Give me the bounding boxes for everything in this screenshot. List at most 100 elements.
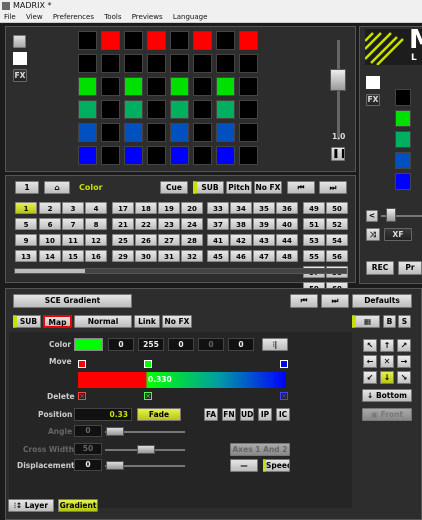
storage-place-47[interactable]: 47: [253, 250, 275, 262]
storage-place-45[interactable]: 45: [207, 250, 229, 262]
storage-place-21[interactable]: 21: [112, 218, 134, 230]
preview-right-white-swatch[interactable]: [366, 76, 380, 89]
pattern-button[interactable]: ▦: [352, 315, 380, 328]
delete-blue-marker[interactable]: ×: [280, 392, 288, 400]
storage-place-55[interactable]: 55: [303, 250, 325, 262]
layer-button[interactable]: ⫶↕ Layer: [8, 499, 54, 512]
storage-place-53[interactable]: 53: [303, 234, 325, 246]
preview-toggle-button[interactable]: [13, 35, 26, 48]
shape-ic-button[interactable]: IC: [276, 408, 290, 421]
pitch-button[interactable]: Pitch: [226, 181, 252, 194]
speed-button[interactable]: Speed: [263, 459, 290, 472]
gradient-marker-blue[interactable]: [280, 360, 288, 368]
menu-tools[interactable]: Tools: [104, 13, 121, 21]
storage-place-26[interactable]: 26: [135, 234, 157, 246]
storage-place-56[interactable]: 56: [326, 250, 348, 262]
storage-place-29[interactable]: 29: [112, 250, 134, 262]
storage-place-34[interactable]: 34: [230, 202, 252, 214]
direction-button[interactable]: ↘: [397, 371, 411, 384]
color-mixer-button[interactable]: ⫶|: [262, 338, 288, 351]
fader-left-button[interactable]: <: [366, 210, 378, 222]
bottom-button[interactable]: ↓ Bottom: [362, 389, 412, 402]
menu-preferences[interactable]: Preferences: [53, 13, 94, 21]
tab-gradient[interactable]: Gradient: [58, 499, 98, 512]
crosswidth-slider-knob[interactable]: [137, 445, 155, 454]
shape-ud-button[interactable]: UD: [240, 408, 254, 421]
delete-red-marker[interactable]: ×: [78, 392, 86, 400]
storage-place-40[interactable]: 40: [276, 218, 298, 230]
displacement-value[interactable]: 0: [74, 459, 102, 471]
storage-place-18[interactable]: 18: [135, 202, 157, 214]
s-button[interactable]: S: [398, 315, 411, 328]
storage-place-2[interactable]: 2: [39, 202, 61, 214]
storage-place-14[interactable]: 14: [39, 250, 61, 262]
storage-page-button[interactable]: 1: [15, 181, 39, 194]
delete-green-marker[interactable]: ×: [144, 392, 152, 400]
storage-place-3[interactable]: 3: [62, 202, 84, 214]
storage-place-4[interactable]: 4: [85, 202, 107, 214]
map-button[interactable]: Map: [43, 315, 72, 328]
storage-sub-button[interactable]: SUB: [193, 181, 224, 194]
storage-place-36[interactable]: 36: [276, 202, 298, 214]
effect-name-button[interactable]: SCE Gradient: [13, 294, 132, 308]
storage-place-10[interactable]: 10: [39, 234, 61, 246]
menu-view[interactable]: View: [26, 13, 43, 21]
storage-place-6[interactable]: 6: [39, 218, 61, 230]
direction-button[interactable]: →: [397, 355, 411, 368]
storage-place-27[interactable]: 27: [158, 234, 180, 246]
direction-button[interactable]: ↑: [380, 339, 394, 352]
storage-place-25[interactable]: 25: [112, 234, 134, 246]
storage-place-38[interactable]: 38: [230, 218, 252, 230]
shape-ip-button[interactable]: IP: [258, 408, 272, 421]
shape-fa-button[interactable]: FA: [204, 408, 218, 421]
defaults-button[interactable]: Defaults: [352, 294, 412, 308]
storage-next-button[interactable]: ⏭: [319, 181, 347, 194]
front-button[interactable]: ▣ Front: [362, 408, 412, 421]
storage-place-49[interactable]: 49: [303, 202, 325, 214]
storage-place-20[interactable]: 20: [181, 202, 203, 214]
menu-previews[interactable]: Previews: [132, 13, 163, 21]
gradient-bar[interactable]: 0.330: [78, 372, 286, 388]
storage-place-5[interactable]: 5: [15, 218, 37, 230]
storage-place-31[interactable]: 31: [158, 250, 180, 262]
storage-place-51[interactable]: 51: [303, 218, 325, 230]
cue-button[interactable]: Cue: [160, 181, 188, 194]
storage-place-39[interactable]: 39: [253, 218, 275, 230]
storage-place-52[interactable]: 52: [326, 218, 348, 230]
fx-button[interactable]: FX: [13, 69, 27, 82]
storage-place-7[interactable]: 7: [62, 218, 84, 230]
storage-place-41[interactable]: 41: [207, 234, 229, 246]
storage-place-37[interactable]: 37: [207, 218, 229, 230]
preview-white-swatch[interactable]: [13, 52, 27, 65]
effect-sub-button[interactable]: SUB: [13, 315, 41, 328]
storage-place-11[interactable]: 11: [62, 234, 84, 246]
storage-place-44[interactable]: 44: [276, 234, 298, 246]
storage-place-35[interactable]: 35: [253, 202, 275, 214]
storage-place-33[interactable]: 33: [207, 202, 229, 214]
storage-place-23[interactable]: 23: [158, 218, 180, 230]
storage-scrollbar[interactable]: [14, 268, 347, 274]
storage-place-19[interactable]: 19: [158, 202, 180, 214]
storage-place-22[interactable]: 22: [135, 218, 157, 230]
color-green-value[interactable]: 255: [138, 338, 164, 351]
gradient-marker-green[interactable]: [144, 360, 152, 368]
storage-place-17[interactable]: 17: [112, 202, 134, 214]
color-blue-value[interactable]: 0: [168, 338, 194, 351]
storage-prev-button[interactable]: ⏮: [287, 181, 315, 194]
rec-button[interactable]: REC: [366, 261, 394, 275]
pause-button[interactable]: ❚❚: [331, 147, 345, 161]
storage-scrollbar-thumb[interactable]: [15, 269, 85, 273]
shape-fn-button[interactable]: FN: [222, 408, 236, 421]
storage-place-32[interactable]: 32: [181, 250, 203, 262]
menu-language[interactable]: Language: [173, 13, 208, 21]
angle-slider-knob[interactable]: [106, 427, 124, 436]
storage-nofx-button[interactable]: No FX: [254, 181, 282, 194]
direction-button[interactable]: ↗: [397, 339, 411, 352]
storage-place-8[interactable]: 8: [85, 218, 107, 230]
right-fx-button[interactable]: FX: [366, 94, 380, 106]
master-fader-knob[interactable]: [330, 69, 346, 91]
swap-button[interactable]: ⤨: [366, 228, 380, 241]
storage-place-13[interactable]: 13: [15, 250, 37, 262]
position-value[interactable]: 0.33: [74, 408, 132, 421]
effect-nofx-button[interactable]: No FX: [162, 315, 192, 328]
